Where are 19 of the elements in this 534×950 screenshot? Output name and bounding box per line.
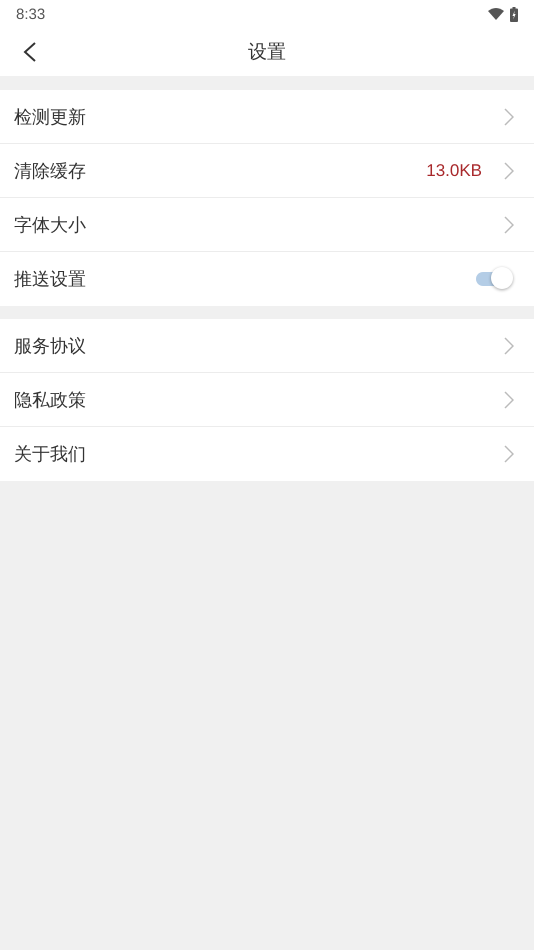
- wifi-icon: [488, 8, 504, 20]
- setting-label: 服务协议: [14, 334, 87, 358]
- chevron-right-icon[interactable]: [504, 108, 514, 126]
- setting-label: 推送设置: [14, 268, 87, 291]
- back-icon[interactable]: [22, 41, 38, 63]
- page-title: 设置: [248, 40, 286, 65]
- chevron-right-icon[interactable]: [504, 336, 514, 354]
- battery-icon: [510, 6, 518, 22]
- setting-label: 隐私政策: [14, 388, 87, 412]
- chevron-right-icon[interactable]: [504, 216, 514, 234]
- setting-label: 字体大小: [14, 214, 87, 236]
- chevron-right-icon[interactable]: [504, 390, 514, 408]
- clock-time: 8:33: [16, 6, 46, 22]
- chevron-right-icon[interactable]: [504, 162, 514, 180]
- setting-label: 清除缓存: [14, 160, 87, 182]
- chevron-right-icon[interactable]: [504, 445, 514, 463]
- setting-label: 关于我们: [14, 443, 87, 466]
- setting-label: 检测更新: [14, 106, 87, 128]
- cache-size: 13.0KB: [426, 160, 482, 180]
